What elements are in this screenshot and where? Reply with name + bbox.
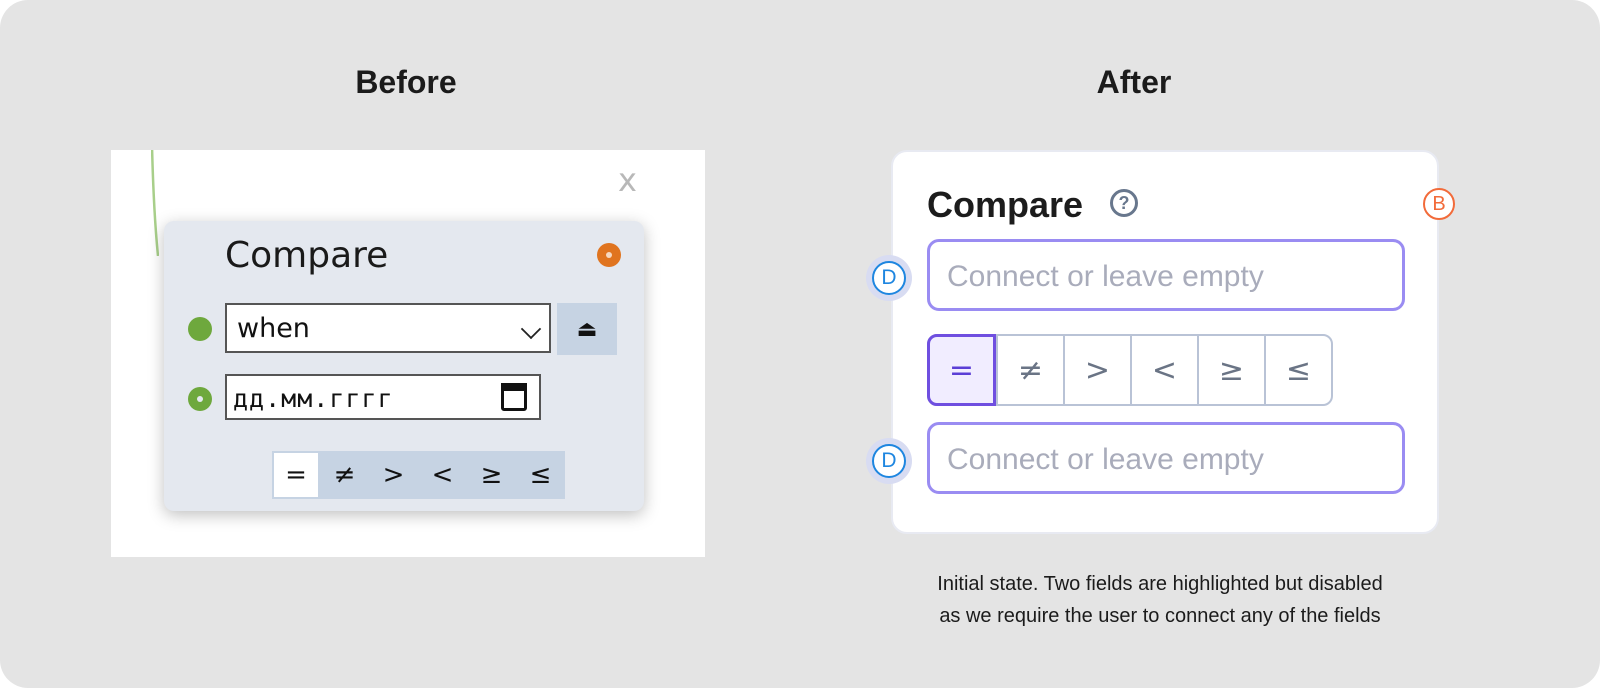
after-heading: After <box>1096 64 1172 100</box>
operator-equal[interactable]: = <box>272 451 320 499</box>
operator-group: = ≠ > < ≥ ≤ <box>927 334 1333 406</box>
caption-line: Initial state. Two fields are highlighte… <box>937 573 1383 595</box>
port-badge-letter: D <box>872 261 906 295</box>
operator-greater[interactable]: > <box>1063 336 1130 404</box>
operator-greater[interactable]: > <box>369 451 418 499</box>
input-port-badge[interactable]: D <box>866 255 912 301</box>
port-badge-letter: D <box>872 444 906 478</box>
input-port-icon[interactable] <box>188 317 212 341</box>
field-placeholder: Connect or leave empty <box>947 443 1264 476</box>
when-select[interactable]: when <box>225 303 551 353</box>
operator-less-equal[interactable]: ≤ <box>516 451 565 499</box>
input-port-badge[interactable]: D <box>866 438 912 484</box>
after-compare-node: Compare ? Connect or leave empty = ≠ > <… <box>891 150 1439 534</box>
operator-group: = ≠ > < ≥ ≤ <box>272 451 565 499</box>
input-port-icon[interactable] <box>188 387 212 411</box>
operator-greater-equal[interactable]: ≥ <box>467 451 516 499</box>
date-input[interactable]: дд.мм.гггг <box>225 374 541 420</box>
select-value: when <box>237 313 310 344</box>
second-value-field: Connect or leave empty <box>927 422 1405 494</box>
close-icon[interactable]: x <box>618 164 637 196</box>
before-compare-node: Compare when ⏏ дд.мм.гггг = ≠ > < ≥ ≤ <box>164 221 644 511</box>
before-screenshot: x Compare when ⏏ дд.мм.гггг = ≠ > < ≥ ≤ <box>111 150 705 557</box>
node-title: Compare <box>927 184 1084 225</box>
node-title: Compare <box>225 235 389 276</box>
operator-equal[interactable]: = <box>927 334 996 406</box>
first-value-field: Connect or leave empty <box>927 239 1405 311</box>
output-port-icon[interactable] <box>597 243 621 267</box>
calendar-icon[interactable] <box>501 383 527 411</box>
chevron-down-icon <box>520 318 542 340</box>
field-placeholder: Connect or leave empty <box>947 260 1264 293</box>
date-placeholder: дд.мм.гггг <box>233 384 394 413</box>
connection-wire <box>151 150 159 256</box>
operator-less[interactable]: < <box>1130 336 1197 404</box>
caption: Initial state. Two fields are highlighte… <box>865 568 1455 632</box>
operator-greater-equal[interactable]: ≥ <box>1197 336 1264 404</box>
output-port-badge[interactable]: B <box>1423 188 1455 220</box>
canvas: Before After x Compare when ⏏ дд.мм.гггг… <box>0 0 1600 688</box>
eject-button[interactable]: ⏏ <box>557 303 617 355</box>
operator-not-equal[interactable]: ≠ <box>996 336 1063 404</box>
caption-line: as we require the user to connect any of… <box>939 605 1381 627</box>
before-heading: Before <box>355 64 457 100</box>
operator-not-equal[interactable]: ≠ <box>320 451 369 499</box>
operator-less-equal[interactable]: ≤ <box>1264 336 1331 404</box>
help-icon[interactable]: ? <box>1110 189 1138 217</box>
operator-less[interactable]: < <box>418 451 467 499</box>
